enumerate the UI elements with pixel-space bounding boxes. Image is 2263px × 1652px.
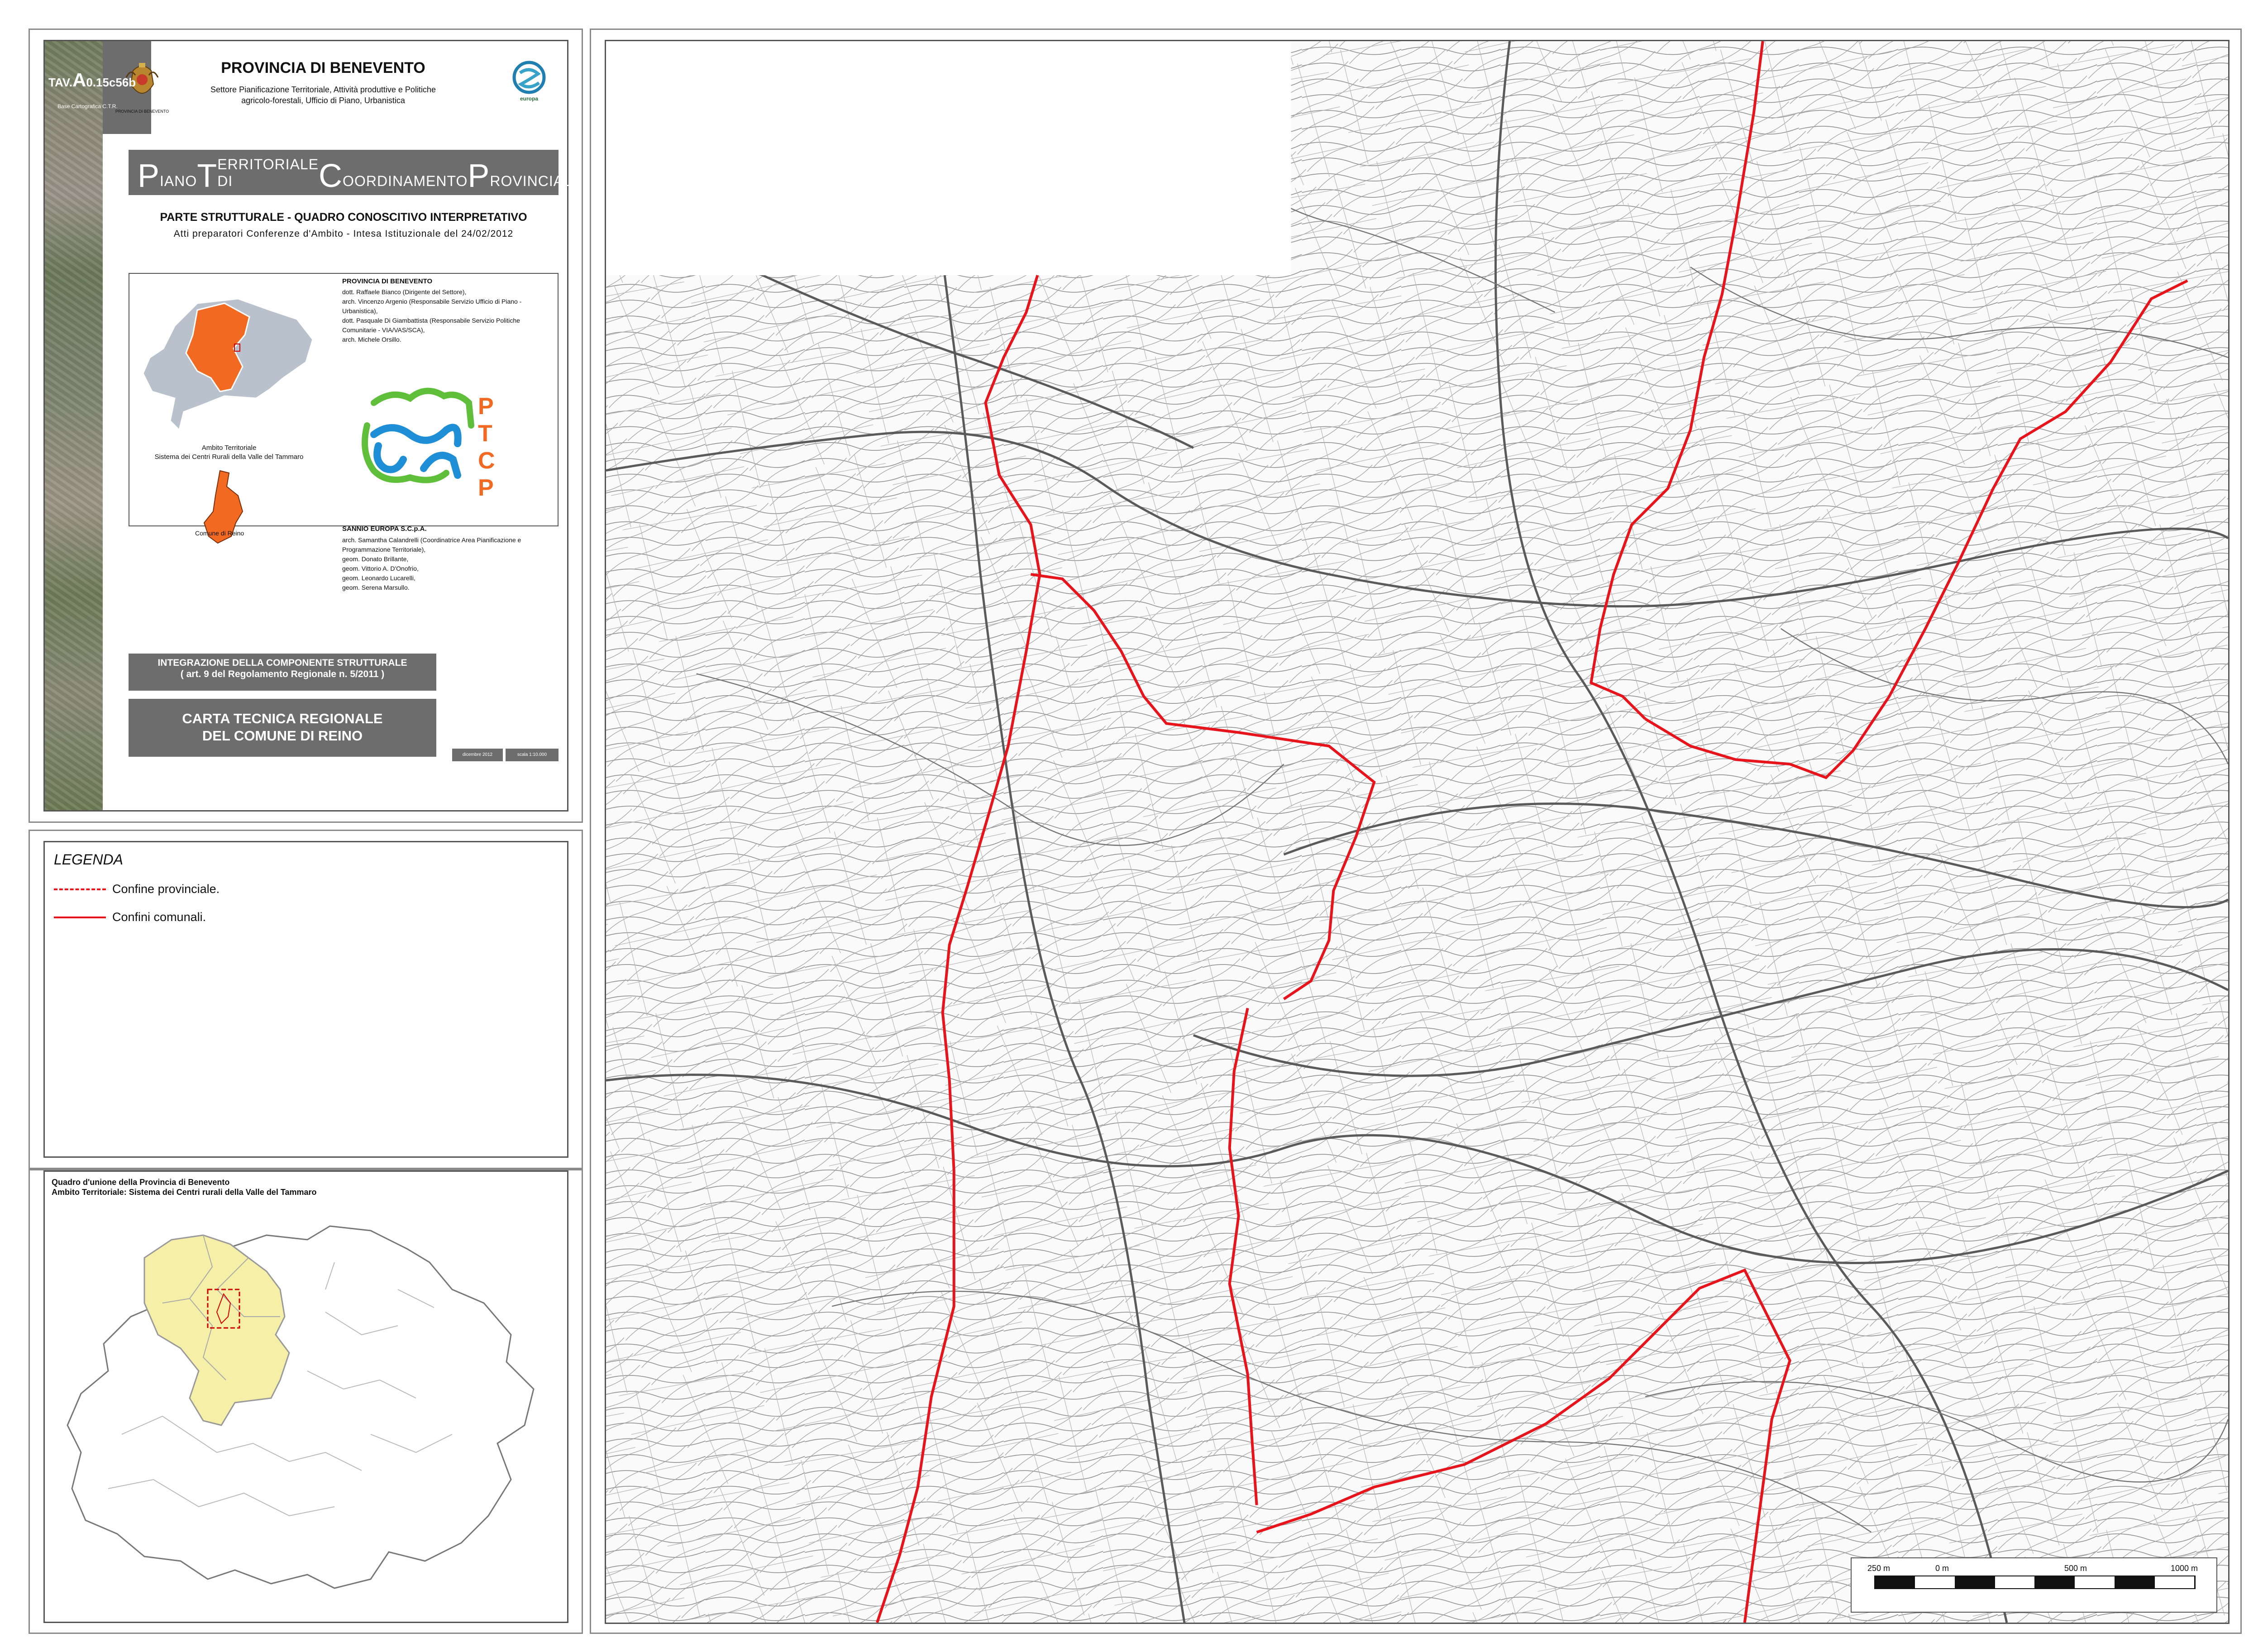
credits-sannio-text: arch. Samantha Calandrelli (Coordinatric… [342, 536, 521, 591]
tav-code: 0.15c56b [86, 76, 136, 89]
legend-item-municipal-border: Confini comunali. [54, 910, 206, 924]
tav-letter: A [72, 69, 86, 91]
title-block-panel: PROVINCIA DI BENEVENTO PROVINCIA DI BENE… [29, 29, 583, 823]
integrazione-box: INTEGRAZIONE DELLA COMPONENTE STRUTTURAL… [129, 654, 436, 691]
overview-title-bold: Provincia di Benevento [139, 1178, 230, 1187]
reino-caption: Comune di Reino [195, 530, 244, 537]
ambito-territoriale-map [142, 298, 314, 431]
overview-title-prefix: Quadro d'unione della [52, 1178, 140, 1187]
ptcp-letter: C [478, 448, 495, 474]
aerial-photo-strip [45, 41, 103, 810]
overview-panel: Quadro d'unione della Provincia di Benev… [29, 1169, 583, 1634]
banner-initial: C [319, 158, 343, 194]
ptcp-letter: P [478, 475, 494, 501]
ptcp-letter: T [478, 420, 492, 447]
integrazione-line-1: INTEGRAZIONE DELLA COMPONENTE STRUTTURAL… [158, 658, 407, 668]
tav-label: TAV.A0.15c56b [48, 69, 136, 91]
coat-caption: PROVINCIA DI BENEVENTO [115, 109, 169, 114]
integrazione-line-2: ( art. 9 del Regolamento Regionale n. 5/… [180, 669, 385, 679]
legend-item-provincial-border: Confine provinciale. [54, 882, 220, 896]
scale-tick-label: 500 m [2064, 1564, 2087, 1573]
province-title: PROVINCIA DI BENEVENTO [221, 59, 425, 76]
banner-word: IANO [160, 173, 197, 189]
map-frame: 250 m 0 m 500 m 1000 m [605, 40, 2230, 1624]
carta-line-2: DEL COMUNE DI REINO [202, 728, 363, 744]
title-block-frame: PROVINCIA DI BENEVENTO PROVINCIA DI BENE… [43, 40, 582, 812]
legend-panel: LEGENDA Confine provinciale. Confini com… [29, 830, 583, 1169]
scale-tick-label: 250 m [1867, 1564, 1891, 1573]
scale-bar-segments [1874, 1576, 2196, 1589]
date-cell: dicembre 2012 [452, 749, 503, 761]
credits-box: Ambito Territoriale Sistema dei Centri R… [129, 273, 559, 591]
banner-initial: P [468, 158, 490, 194]
legend-item-label: Confine provinciale. [112, 882, 220, 896]
credits-province-text: dott. Raffaele Bianco (Dirigente del Set… [342, 288, 522, 343]
scale-bar: 250 m 0 m 500 m 1000 m [1851, 1557, 2217, 1613]
overview-subtitle-prefix: Ambito Territoriale: [52, 1188, 129, 1197]
banner-initial: T [197, 158, 218, 194]
ptcp-banner: P IANO T ERRITORIALE DI C OORDINAMENTO P ROV… [129, 150, 582, 195]
tav-subtitle: Base Cartografica C.T.R. [57, 103, 118, 110]
legend-frame: LEGENDA Confine provinciale. Confini com… [43, 841, 568, 1158]
scale-tick-label: 0 m [1935, 1564, 1949, 1573]
tav-prefix: TAV. [48, 76, 72, 89]
banner-initial: P [138, 158, 160, 194]
map-panel: 250 m 0 m 500 m 1000 m [590, 29, 2242, 1634]
credits-province-heading: PROVINCIA DI BENEVENTO [342, 277, 433, 285]
carta-tecnica-box: CARTA TECNICA REGIONALE DEL COMUNE DI RE… [129, 699, 436, 757]
overview-frame: Quadro d'unione della Provincia di Benev… [43, 1170, 568, 1623]
reino-municipality-map [203, 470, 243, 544]
map-blank-area [606, 41, 1291, 276]
legend-title: LEGENDA [54, 851, 123, 868]
banner-word: OORDINAMENTO [343, 173, 468, 189]
carta-line-1: CARTA TECNICA REGIONALE [182, 711, 383, 726]
parte-strutturale-title: PARTE STRUTTURALE - QUADRO CONOSCITIVO I… [160, 211, 527, 224]
credits-sannio-heading: SANNIO EUROPA S.C.p.A. [342, 525, 427, 533]
atti-preparatori-text: Atti preparatori Conferenze d'Ambito - I… [173, 229, 514, 239]
legend-item-label: Confini comunali. [112, 910, 206, 924]
sector-text: Settore Pianificazione Territoriale, Att… [210, 85, 436, 105]
provincial-border-swatch [54, 888, 106, 890]
overview-subtitle-bold: Sistema dei Centri rurali della Valle de… [129, 1188, 317, 1197]
banner-word: ROVINCIALE [490, 173, 582, 189]
ptcp-logo-icon: P T C P [362, 387, 495, 501]
province-overview-map [67, 1225, 535, 1589]
municipal-border-swatch [54, 916, 106, 918]
europa-caption: europa [520, 95, 538, 102]
scale-tick-label: 1000 m [2171, 1564, 2198, 1573]
overview-title: Quadro d'unione della Provincia di Benev… [52, 1177, 317, 1197]
banner-word: ERRITORIALE DI [217, 156, 319, 189]
ambito-caption: Ambito Territoriale Sistema dei Centri R… [154, 444, 304, 461]
ptcp-letter: P [478, 393, 494, 420]
scale-cell: scala 1:10.000 [506, 749, 559, 761]
topographic-map [606, 41, 2228, 1623]
